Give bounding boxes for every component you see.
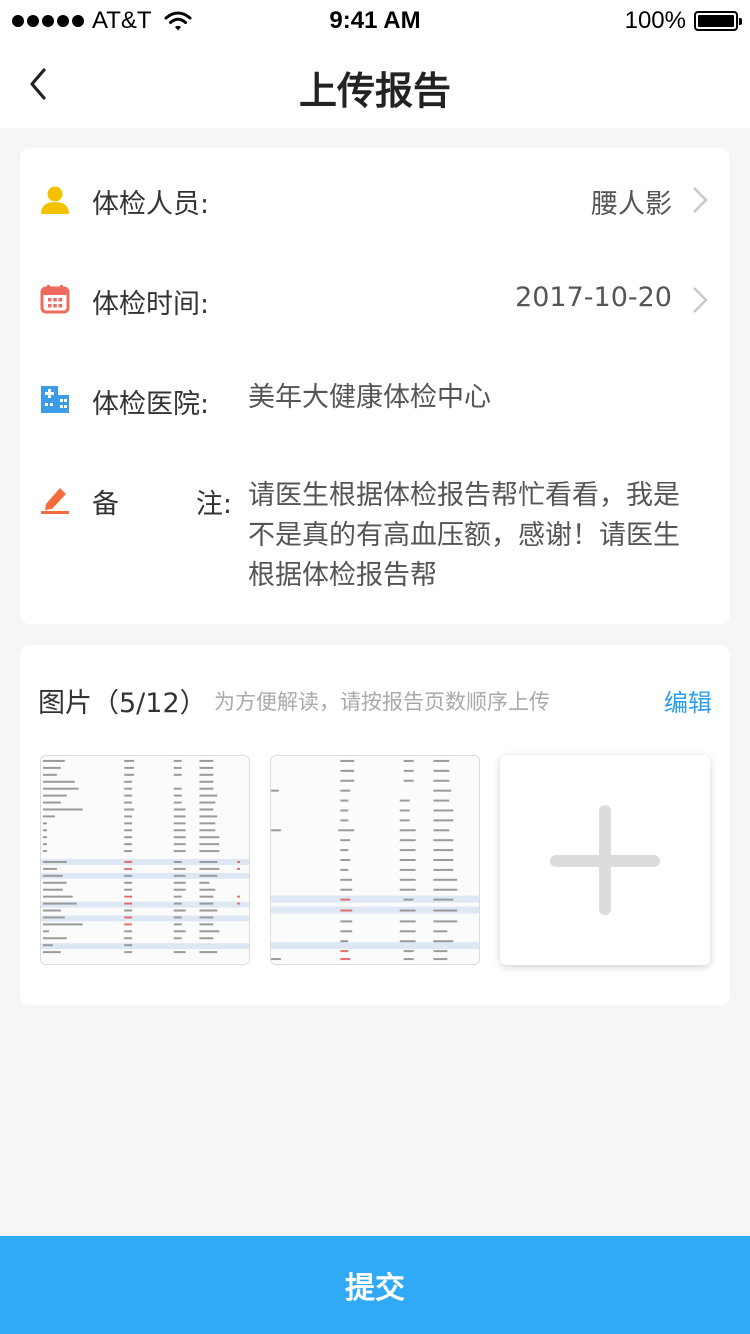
user-icon (41, 186, 69, 214)
hospital-value: 美年大健康体检中心 (248, 382, 491, 413)
person-value: 腰人影 (591, 189, 672, 220)
submit-button[interactable]: 提交 (0, 1236, 750, 1334)
chevron-right-icon (693, 187, 708, 213)
date-label: 体检时间: (92, 289, 210, 320)
person-label: 体检人员: (92, 189, 210, 220)
date-row[interactable]: 体检时间: 2017-10-20 (20, 280, 730, 320)
info-card: 体检人员: 腰人影 体检时间: 2017-10-20 体检医院: 美年大健康体检… (20, 148, 730, 624)
battery-icon (694, 11, 742, 31)
hospital-icon (41, 386, 69, 413)
battery-group: 100% (624, 7, 742, 35)
edit-button[interactable]: 编辑 (664, 683, 712, 718)
add-photo-button[interactable] (500, 755, 710, 965)
remark-label-b: 注: (195, 489, 232, 520)
chevron-right-icon (693, 287, 708, 313)
remark-label-a: 备 (92, 489, 119, 520)
remark-value: 请医生根据体检报告帮忙看看，我是不是真的有高血压额，感谢！请医生根据体检报告帮 (248, 480, 680, 591)
hospital-label: 体检医院: (92, 389, 210, 420)
page-title: 上传报告 (298, 69, 451, 113)
report-page-image (271, 756, 479, 964)
report-thumbnail[interactable] (270, 755, 480, 965)
report-page-image (41, 756, 249, 964)
remark-label: 备 注: (92, 482, 232, 521)
battery-percent: 100% (624, 7, 686, 34)
pencil-icon (41, 488, 69, 514)
calendar-icon (40, 285, 70, 314)
nav-bar: 上传报告 (0, 40, 750, 128)
photo-hint: 为方便解读，请按报告页数顺序上传 (214, 690, 550, 714)
photo-card: 图片（5/12） 为方便解读，请按报告页数顺序上传 编辑 (20, 645, 730, 1005)
remark-row: 备 注: 请医生根据体检报告帮忙看看，我是不是真的有高血压额，感谢！请医生根据体… (20, 480, 730, 600)
status-bar: AT&T 9:41 AM 100% (0, 0, 750, 40)
report-thumbnail[interactable] (40, 755, 250, 965)
person-row[interactable]: 体检人员: 腰人影 (20, 180, 730, 220)
date-value: 2017-10-20 (515, 282, 672, 313)
photo-title: 图片（5/12） (38, 688, 207, 719)
hospital-row: 体检医院: 美年大健康体检中心 (20, 380, 730, 420)
